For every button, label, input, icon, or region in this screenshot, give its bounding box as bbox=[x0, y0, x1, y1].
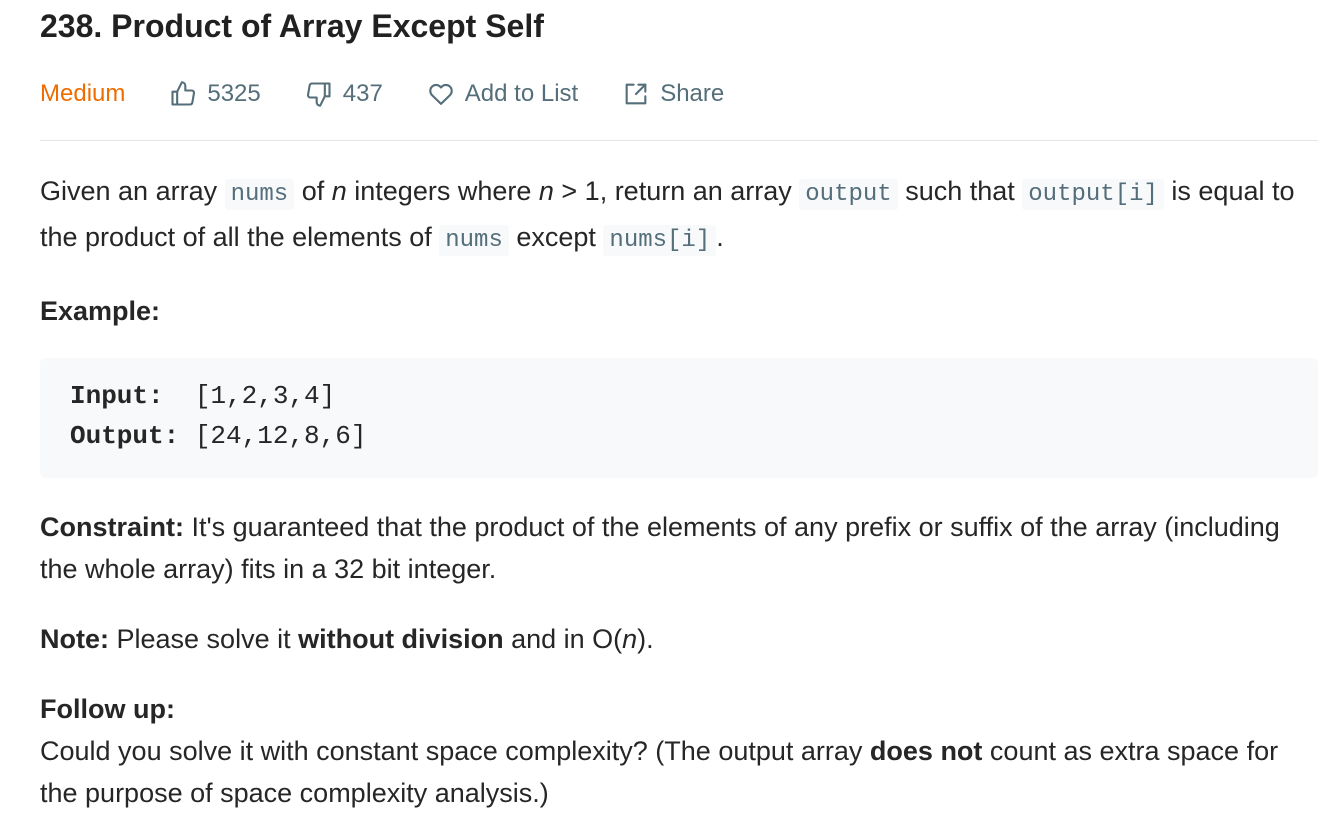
constraint-label: Constraint: bbox=[40, 512, 184, 542]
desc-text: except bbox=[508, 222, 604, 252]
problem-description: Given an array nums of n integers where … bbox=[40, 170, 1318, 814]
problem-meta-bar: Medium 5325 437 Add to List Share bbox=[40, 74, 768, 114]
thumbs-up-icon bbox=[171, 81, 196, 106]
example-code-block: Input: [1,2,3,4] Output: [24,12,8,6] bbox=[40, 358, 1318, 478]
var-n: n bbox=[622, 624, 638, 654]
desc-text: integers where bbox=[346, 176, 539, 206]
followup-heading: Follow up: bbox=[40, 688, 1318, 730]
note-text: and in O( bbox=[503, 624, 623, 654]
like-button[interactable]: 5325 bbox=[169, 80, 261, 108]
note-text: ). bbox=[637, 624, 654, 654]
desc-text: Given an array bbox=[40, 176, 225, 206]
desc-text: > 1, return an array bbox=[553, 176, 800, 206]
followup-text: Could you solve it with constant space c… bbox=[40, 736, 870, 766]
constraint-paragraph: Constraint: It's guaranteed that the pro… bbox=[40, 506, 1318, 590]
followup-label: Follow up: bbox=[40, 694, 175, 724]
constraint-text: It's guaranteed that the product of the … bbox=[40, 512, 1280, 584]
followup-bold: does not bbox=[869, 736, 983, 766]
note-label: Note: bbox=[40, 624, 109, 654]
code-nums: nums bbox=[224, 179, 295, 210]
description-paragraph: Given an array nums of n integers where … bbox=[40, 170, 1318, 262]
difficulty-badge: Medium bbox=[40, 80, 126, 107]
note-paragraph: Note: Please solve it without division a… bbox=[40, 618, 1318, 660]
add-to-list-label: Add to List bbox=[464, 80, 579, 107]
var-n: n bbox=[538, 176, 554, 206]
note-text: Please solve it bbox=[109, 624, 299, 654]
input-key: Input: bbox=[70, 381, 164, 411]
example-heading: Example: bbox=[40, 296, 161, 326]
note-bold: without division bbox=[298, 624, 504, 654]
share-icon bbox=[625, 83, 647, 105]
input-value: [1,2,3,4] bbox=[194, 381, 336, 411]
problem-title: 238. Product of Array Except Self bbox=[40, 8, 544, 44]
dislike-button[interactable]: 437 bbox=[305, 80, 383, 108]
output-key: Output: bbox=[70, 421, 180, 451]
share-button[interactable]: Share bbox=[622, 80, 724, 108]
desc-text: such that bbox=[897, 176, 1023, 206]
code-output-i: output[i] bbox=[1022, 179, 1164, 210]
thumbs-down-icon bbox=[306, 82, 331, 107]
desc-text: . bbox=[716, 222, 724, 252]
add-to-list-button[interactable]: Add to List bbox=[427, 80, 578, 108]
followup-paragraph: Could you solve it with constant space c… bbox=[40, 730, 1318, 814]
like-count: 5325 bbox=[207, 80, 261, 107]
desc-text: of bbox=[294, 176, 332, 206]
header-divider bbox=[40, 140, 1318, 141]
code-output: output bbox=[799, 179, 898, 210]
code-nums-i: nums[i] bbox=[603, 225, 717, 256]
output-value: [24,12,8,6] bbox=[194, 421, 367, 451]
share-label: Share bbox=[660, 80, 725, 107]
example-output-line: Output: [24,12,8,6] bbox=[70, 416, 1288, 456]
example-input-line: Input: [1,2,3,4] bbox=[70, 376, 1288, 416]
code-nums: nums bbox=[439, 225, 509, 256]
dislike-count: 437 bbox=[342, 80, 383, 107]
var-n: n bbox=[331, 176, 347, 206]
heart-icon bbox=[429, 83, 453, 105]
